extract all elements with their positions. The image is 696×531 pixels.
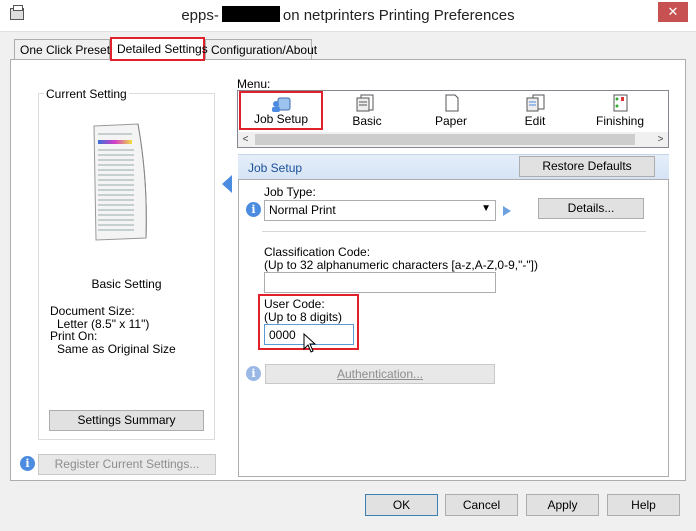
tab-label: Detailed Settings (117, 42, 208, 56)
scroll-left-icon[interactable]: < (238, 132, 253, 147)
tab-configuration-about[interactable]: Configuration/About (205, 39, 317, 60)
settings-summary-button[interactable]: Settings Summary (49, 410, 204, 431)
authentication-button[interactable]: Authentication... (265, 364, 495, 384)
details-label: Details... (567, 201, 615, 215)
job-type-value: Normal Print (269, 203, 336, 217)
edit-icon (526, 94, 545, 112)
menu-item-label: Paper (434, 114, 468, 128)
user-code-label: User Code: (264, 297, 325, 311)
chevron-down-icon: ▼ (481, 203, 491, 214)
apply-label: Apply (547, 498, 578, 512)
cancel-label: Cancel (462, 498, 501, 512)
print-on-label: Print On: (50, 329, 98, 343)
ok-label: OK (392, 498, 411, 512)
redacted-block (221, 6, 280, 22)
register-current-settings-button[interactable]: Register Current Settings... (38, 454, 216, 475)
menu-item-label: Edit (524, 114, 546, 128)
preset-name: Basic Setting (91, 277, 162, 291)
restore-defaults-label: Restore Defaults (542, 159, 632, 173)
classification-code-label: Classification Code: (264, 245, 371, 259)
details-button[interactable]: Details... (538, 198, 644, 219)
section-title: Job Setup (248, 161, 303, 175)
menu-item-basic[interactable]: Basic (325, 91, 409, 130)
title-suffix: on netprinters Printing Preferences (282, 7, 515, 24)
classification-code-hint: (Up to 32 alphanumeric characters [a-z,A… (264, 258, 538, 272)
close-icon: ✕ (667, 4, 679, 19)
info-icon[interactable]: i (20, 456, 35, 471)
window-title: epps-on netprinters Printing Preferences (0, 6, 696, 24)
menu-item-label: Basic (352, 114, 382, 128)
title-prefix: epps- (181, 7, 219, 24)
tab-one-click-presets[interactable]: One Click Presets (14, 39, 116, 60)
ok-button[interactable]: OK (365, 494, 438, 516)
help-label: Help (631, 498, 656, 512)
settings-summary-label: Settings Summary (77, 413, 176, 427)
tab-label: One Click Presets (20, 43, 117, 57)
paper-icon (445, 94, 459, 112)
cancel-button[interactable]: Cancel (445, 494, 518, 516)
print-on-value: Same as Original Size (57, 342, 176, 356)
menu-item-label: Job Setup (253, 112, 309, 126)
info-icon[interactable]: i (246, 202, 261, 217)
collapse-left-icon[interactable] (222, 175, 232, 193)
job-type-select[interactable]: Normal Print ▼ (264, 200, 496, 221)
tab-label: Configuration/About (211, 43, 318, 57)
menu-label: Menu: (237, 77, 271, 91)
scroll-thumb[interactable] (255, 134, 635, 145)
document-preview (90, 120, 152, 242)
menu-item-finishing[interactable]: Finishing (578, 91, 662, 130)
title-bar: epps-on netprinters Printing Preferences… (0, 0, 696, 32)
register-settings-label: Register Current Settings... (54, 457, 200, 471)
menu-item-label: Finishing (595, 114, 645, 128)
apply-button[interactable]: Apply (526, 494, 599, 516)
document-size-label: Document Size: (50, 304, 135, 318)
menu-item-edit[interactable]: Edit (493, 91, 577, 130)
divider (262, 231, 646, 232)
finishing-icon (613, 94, 628, 112)
classification-code-input[interactable] (264, 272, 496, 293)
scroll-right-icon[interactable]: > (653, 132, 668, 147)
expand-right-icon[interactable] (503, 206, 511, 216)
close-button[interactable]: ✕ (658, 2, 688, 22)
job-type-label: Job Type: (264, 185, 316, 199)
basic-icon (356, 94, 374, 112)
menu-scrollbar[interactable]: < > (238, 132, 668, 147)
tab-detailed-settings[interactable]: Detailed Settings (110, 37, 208, 61)
user-code-value: 0000 (269, 328, 296, 342)
authentication-label: Authentication... (336, 367, 424, 381)
user-code-hint: (Up to 8 digits) (264, 310, 343, 324)
menu-item-job-setup[interactable]: Job Setup (239, 91, 323, 130)
help-button[interactable]: Help (607, 494, 680, 516)
restore-defaults-button[interactable]: Restore Defaults (519, 156, 655, 177)
info-icon[interactable]: i (246, 366, 261, 381)
current-setting-label: Current Setting (44, 87, 129, 101)
mouse-cursor-icon (303, 333, 317, 353)
menu-item-paper[interactable]: Paper (409, 91, 493, 130)
